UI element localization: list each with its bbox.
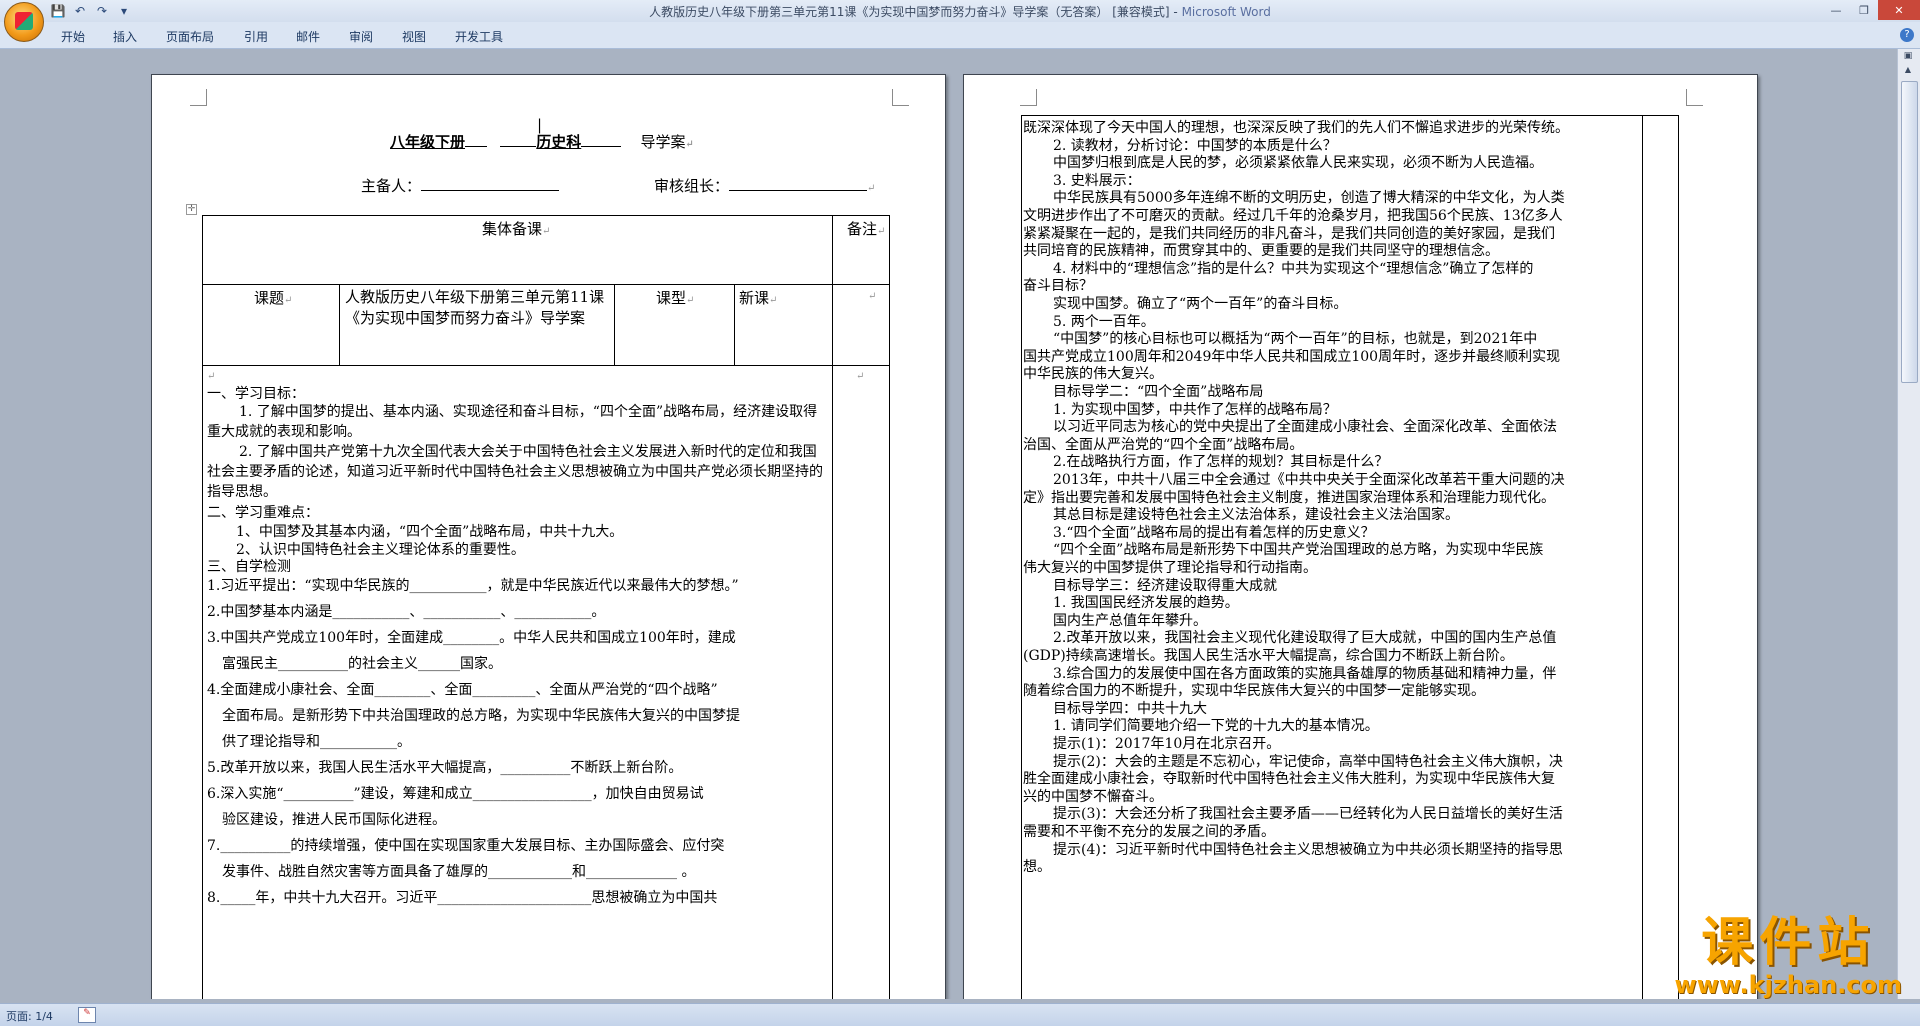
window-controls: — ❐ ✕ (1822, 0, 1920, 20)
reviewer-line: 审核组长： ↵ (654, 177, 876, 195)
test-q1: 1.习近平提出：“实现中华民族的___________，就是中华民族近代以来最伟… (207, 578, 739, 594)
proofing-icon[interactable]: ✎ (78, 1007, 96, 1023)
test-q8: 8._____年，中共十九大召开。习近平____________________… (207, 890, 718, 906)
table-move-handle-icon[interactable]: ✛ (186, 204, 197, 215)
test-q4: 4.全面建成小康社会、全面________、全面_________、全面从严治党… (207, 682, 718, 698)
document-workspace: | 八年级下册 历史科 导学案↵ 主备人： 审核组长： ↵ ✛ 集体备课↵ 备注↵… (0, 49, 1898, 999)
vertical-scrollbar[interactable]: ▣ ▲ (1897, 49, 1920, 999)
close-button[interactable]: ✕ (1878, 0, 1920, 20)
maximize-button[interactable]: ❐ (1850, 0, 1878, 20)
lesson-type-value: 新课↵ (739, 289, 778, 307)
section-key-points: 二、学习重难点： (207, 505, 319, 521)
tab-view[interactable]: 视图 (402, 28, 426, 45)
scroll-up-icon[interactable]: ▲ (1901, 65, 1915, 77)
status-bar: 页面: 1/4 ✎ (0, 1003, 1920, 1026)
doc-type-label: 导学案 (640, 133, 686, 151)
preparer-label: 主备人： (361, 177, 422, 195)
scroll-thumb[interactable] (1901, 81, 1918, 383)
tab-insert[interactable]: 插入 (113, 28, 137, 45)
page-2-line: 想。 (1023, 859, 1051, 876)
test-q7-cont: 发事件、战胜自然灾害等方面具备了雄厚的____________和________… (222, 864, 696, 880)
window-title-app: Microsoft Word (1181, 5, 1271, 19)
window-title-document: 人教版历史八年级下册第三单元第11课《为实现中国梦而努力奋斗》导学案（无答案） … (649, 5, 1178, 19)
goal-2: 2. 了解中国共产党第十九次全国代表大会关于中国特色社会主义发展进入新时代的定位… (207, 444, 823, 500)
test-q4-cont-1: 全面布局。是新形势下中共治国理政的总方略，为实现中华民族伟大复兴的中国梦提 (222, 708, 740, 724)
header-line: 八年级下册 历史科 导学案↵ (390, 133, 694, 151)
watermark-url: www.kjzhan.com (1674, 971, 1902, 999)
test-q5: 5.改革开放以来，我国人民生活水平大幅提高，__________不断跃上新台阶。 (207, 760, 683, 776)
tab-page-layout[interactable]: 页面布局 (166, 28, 214, 45)
ribbon-tabs: 开始 插入 页面布局 引用 邮件 审阅 视图 开发工具 ? (0, 22, 1920, 49)
page-2-line: 4. 材料中的“理想信念”指的是什么？中共为实现这个“理想信念”确立了怎样的 (1053, 260, 1534, 277)
preparer-line: 主备人： (361, 175, 560, 196)
window-title: 人教版历史八年级下册第三单元第11课《为实现中国梦而努力奋斗》导学案（无答案） … (0, 3, 1920, 20)
office-button[interactable] (4, 2, 44, 42)
tab-review[interactable]: 审阅 (349, 28, 373, 45)
topic-value: 人教版历史八年级下册第三单元第11课《为实现中国梦而努力奋斗》导学案 (345, 288, 605, 327)
page-2-line: 提示(4)：习近平新时代中国特色社会主义思想被确立为中共必须长期坚持的指导思 (1053, 841, 1563, 858)
page-indicator[interactable]: 页面: 1/4 (6, 1008, 53, 1024)
watermark-logo: 课件站 www.kjzhan.com (1675, 915, 1902, 999)
section-learning-goals: 一、学习目标： (207, 386, 305, 402)
key-point-1: 1、中国梦及其基本内涵，“四个全面”战略布局，中共十九大。 (236, 524, 624, 540)
document-page-2[interactable]: 既深深体现了今天中国人的理想，也深深反映了我们的先人们不懈追求进步的光荣传统。 2… (963, 74, 1758, 999)
document-page-1[interactable]: | 八年级下册 历史科 导学案↵ 主备人： 审核组长： ↵ ✛ 集体备课↵ 备注↵… (151, 74, 946, 999)
title-bar: 💾 ↶ ↷ ▾ 人教版历史八年级下册第三单元第11课《为实现中国梦而努力奋斗》导… (0, 0, 1920, 22)
crop-mark (1686, 89, 1703, 106)
tab-mailings[interactable]: 邮件 (296, 28, 320, 45)
test-q7: 7.__________的持续增强，使中国在实现国家重大发展目标、主办国际盛会、… (207, 838, 725, 854)
goal-1: 1. 了解中国梦的提出、基本内涵、实现途径和奋斗目标，“四个全面”战略布局，经济… (207, 404, 818, 440)
watermark-title: 课件站 (1701, 913, 1876, 973)
test-q3: 3.中国共产党成立100年时，全面建成________。中华人民共和国成立100… (207, 630, 736, 646)
paragraph-mark: ↵ (868, 291, 877, 302)
ruler-toggle-icon[interactable]: ▣ (1901, 51, 1915, 63)
tab-developer[interactable]: 开发工具 (455, 28, 503, 45)
tab-home[interactable]: 开始 (61, 28, 85, 45)
minimize-button[interactable]: — (1822, 0, 1850, 20)
crop-mark (1020, 89, 1037, 106)
test-q3-cont: 富强民主__________的社会主义______国家。 (222, 656, 502, 672)
notes-label: 备注↵ (847, 220, 886, 238)
subject-label: 历史科 (536, 133, 582, 151)
reviewer-label: 审核组长： (654, 177, 730, 195)
test-q4-cont-2: 供了理论指导和___________。 (222, 734, 411, 750)
collective-prep-label: 集体备课↵ (482, 220, 551, 238)
test-q6-cont: 验区建设，推进人民币国际化进程。 (222, 812, 446, 828)
grade-label: 八年级下册 (390, 133, 466, 151)
section-self-test: 三、自学检测 (207, 559, 291, 575)
crop-mark (892, 89, 909, 106)
topic-label: 课题↵ (254, 289, 293, 307)
crop-mark (190, 89, 207, 106)
tab-references[interactable]: 引用 (244, 28, 268, 45)
office-logo-icon (15, 12, 33, 30)
lesson-type-label: 课型↵ (656, 289, 695, 307)
help-icon[interactable]: ? (1900, 28, 1914, 42)
test-q6: 6.深入实施“__________”建设，筹建和成立______________… (207, 786, 704, 802)
test-q2: 2.中国梦基本内涵是___________、___________、______… (207, 604, 606, 620)
